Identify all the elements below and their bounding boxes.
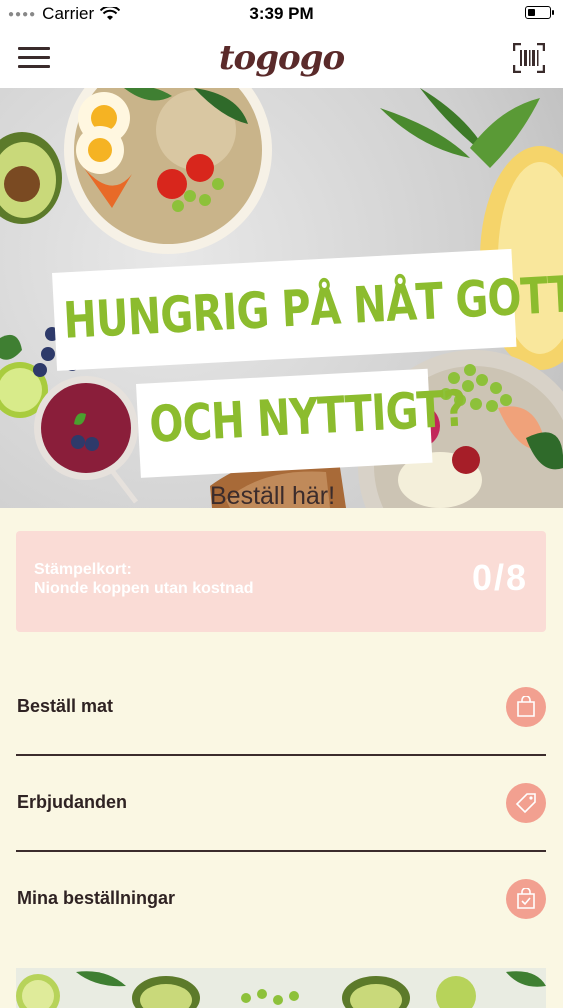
hero-cta-text: Beställ här! xyxy=(210,482,336,508)
battery-level xyxy=(528,9,535,16)
food-photo xyxy=(16,971,546,1008)
hero-banner[interactable]: HUNGRIG PÅ NÅT GOTT OCH NYTTIGT? Beställ… xyxy=(0,88,563,508)
stamp-card[interactable]: Stämpelkort: Nionde koppen utan kostnad … xyxy=(16,531,546,632)
status-bar: ●●●● Carrier 3:39 PM xyxy=(0,0,563,28)
shopping-bag-icon xyxy=(506,686,546,727)
stamp-card-title: Stämpelkort: xyxy=(34,561,132,578)
stamp-card-count: 0/8 xyxy=(471,557,528,598)
menu-item-order-food[interactable]: Beställ mat xyxy=(16,659,546,754)
tag-icon xyxy=(506,782,546,823)
app-logo: togogo xyxy=(218,38,345,78)
nav-bar: togogo xyxy=(0,28,563,88)
barcode-scanner-icon[interactable] xyxy=(513,43,545,73)
menu-item-offers[interactable]: Erbjudanden xyxy=(16,755,546,850)
menu-item-label: Mina beställningar xyxy=(17,888,176,908)
menu-item-label: Erbjudanden xyxy=(17,792,128,812)
promo-image[interactable] xyxy=(16,968,546,1008)
clock: 3:39 PM xyxy=(249,4,314,23)
order-bag-check-icon xyxy=(506,878,546,919)
battery-icon xyxy=(525,6,554,19)
menu-item-my-orders[interactable]: Mina beställningar xyxy=(16,851,546,946)
menu-item-label: Beställ mat xyxy=(17,696,114,716)
stamp-card-subtitle: Nionde koppen utan kostnad xyxy=(34,580,254,597)
